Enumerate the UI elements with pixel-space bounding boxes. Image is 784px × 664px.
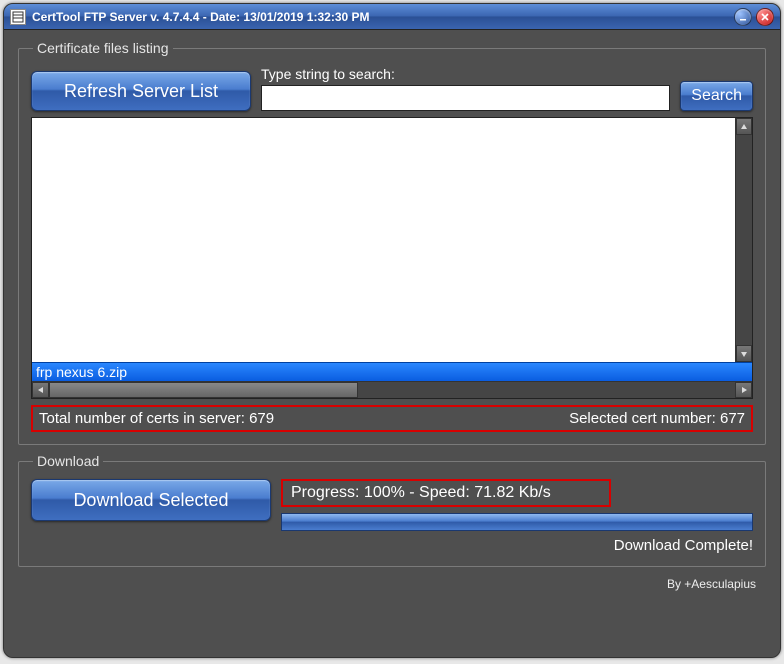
minimize-button[interactable] xyxy=(734,8,752,26)
selected-file-row[interactable]: frp nexus 6.zip xyxy=(32,362,752,381)
download-complete-label: Download Complete! xyxy=(281,537,753,554)
search-button[interactable]: Search xyxy=(680,81,753,111)
search-label: Type string to search: xyxy=(261,66,670,82)
selected-cert-label: Selected cert number: 677 xyxy=(569,410,745,427)
horizontal-scrollbar[interactable] xyxy=(32,381,752,398)
download-group: Download Download Selected Progress: 100… xyxy=(18,453,766,567)
window-body: Certificate files listing Refresh Server… xyxy=(4,30,780,657)
search-column: Type string to search: xyxy=(261,66,670,111)
scroll-right-button[interactable] xyxy=(735,382,752,398)
download-selected-button[interactable]: Download Selected xyxy=(31,479,271,521)
list-content-area[interactable] xyxy=(32,118,735,362)
file-listbox[interactable]: frp nexus 6.zip xyxy=(31,117,753,399)
scroll-down-button[interactable] xyxy=(736,345,752,362)
app-window: CertTool FTP Server v. 4.7.4.4 - Date: 1… xyxy=(3,3,781,658)
footer-credit: By +Aesculapius xyxy=(18,575,766,591)
listing-top-row: Refresh Server List Type string to searc… xyxy=(31,66,753,111)
hscroll-track[interactable] xyxy=(49,382,735,398)
window-controls xyxy=(734,8,774,26)
app-icon xyxy=(10,9,26,25)
total-certs-label: Total number of certs in server: 679 xyxy=(39,410,274,427)
scroll-up-button[interactable] xyxy=(736,118,752,135)
scroll-left-button[interactable] xyxy=(32,382,49,398)
progress-bar xyxy=(281,513,753,531)
titlebar[interactable]: CertTool FTP Server v. 4.7.4.4 - Date: 1… xyxy=(4,4,780,30)
window-title: CertTool FTP Server v. 4.7.4.4 - Date: 1… xyxy=(32,10,734,24)
vscroll-track[interactable] xyxy=(736,135,752,345)
listing-group: Certificate files listing Refresh Server… xyxy=(18,40,766,445)
hscroll-thumb[interactable] xyxy=(49,382,358,398)
cert-stats-highlight: Total number of certs in server: 679 Sel… xyxy=(31,405,753,432)
close-button[interactable] xyxy=(756,8,774,26)
vertical-scrollbar[interactable] xyxy=(735,118,752,362)
download-legend: Download xyxy=(33,453,103,469)
search-input[interactable] xyxy=(261,85,670,111)
refresh-server-list-button[interactable]: Refresh Server List xyxy=(31,71,251,111)
progress-highlight: Progress: 100% - Speed: 71.82 Kb/s xyxy=(281,479,611,507)
listing-legend: Certificate files listing xyxy=(33,40,173,56)
